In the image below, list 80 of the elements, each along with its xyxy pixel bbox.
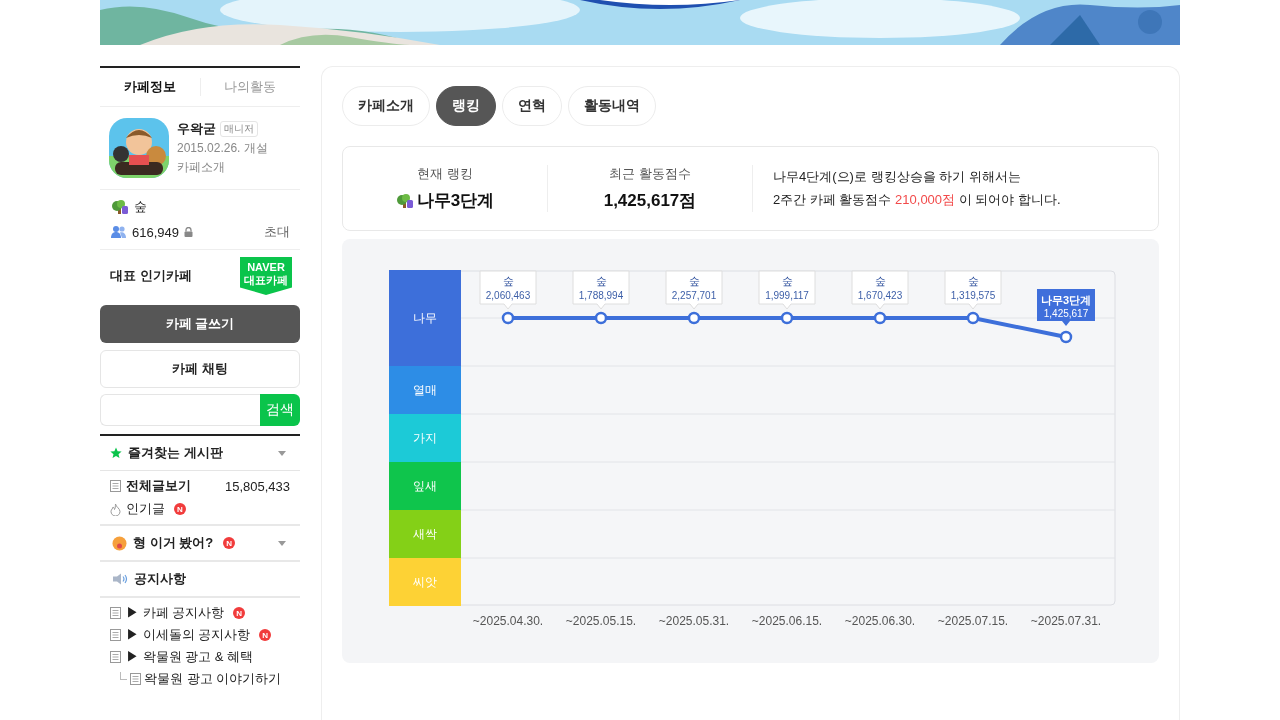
flame-icon <box>110 502 121 516</box>
board-link[interactable]: 왁물원 광고 이야기하기 <box>144 670 282 688</box>
level-label: 가지 <box>413 431 437 445</box>
rank-label: 숲 <box>688 275 700 287</box>
caret-icon <box>278 450 286 456</box>
lock-icon <box>184 227 193 237</box>
rank-up-note: 2주간 카페 활동점수 210,000점 이 되어야 합니다. <box>773 191 1061 209</box>
date-label: ~2025.04.30. <box>472 614 544 628</box>
tree-icon <box>111 199 129 215</box>
search-field[interactable] <box>100 394 260 426</box>
score-label: 1,999,117 <box>765 290 809 301</box>
date-label: ~2025.07.31. <box>1030 614 1102 628</box>
level-label: 씨앗 <box>413 575 437 589</box>
current-rank: 나무3단계 <box>416 190 495 212</box>
emoji-icon <box>112 535 127 551</box>
favorites-title[interactable]: 즐겨찾는 게시판 <box>128 444 223 462</box>
rank-up-note: 나무4단계(으)로 랭킹상승을 하기 위해서는 <box>773 168 1022 186</box>
menu-group-title[interactable]: 형 이거 봤어? <box>133 534 214 552</box>
new-badge: N <box>223 537 236 549</box>
rank-label: 숲 <box>595 275 607 287</box>
level-label: 잎새 <box>413 479 437 493</box>
date-label: ~2025.06.30. <box>844 614 916 628</box>
cafe-rank: 숲 <box>134 198 147 216</box>
featured-label: 대표 인기카페 <box>110 267 192 285</box>
new-badge: N <box>259 629 272 641</box>
write-button[interactable]: 카페 글쓰기 <box>100 305 300 343</box>
rank-label: 나무3단계 <box>1040 294 1092 306</box>
tab[interactable]: 연혁 <box>502 86 562 126</box>
post-count: 15,805,433 <box>224 478 290 494</box>
cafe-intro-link[interactable]: 카페소개 <box>177 159 268 176</box>
board-link[interactable]: 전체글보기 <box>126 477 191 495</box>
star-icon <box>110 447 122 459</box>
caret-icon <box>278 540 286 546</box>
board-link[interactable]: ▶ 카페 공지사항 <box>126 604 225 622</box>
invite-link[interactable]: 초대 <box>264 223 290 241</box>
score-label: 최근 활동점수 <box>609 165 691 183</box>
level-label: 새싹 <box>413 527 437 541</box>
document-icon <box>130 673 141 685</box>
current-rank-label: 현재 랭킹 <box>417 165 473 183</box>
date-label: ~2025.05.31. <box>658 614 730 628</box>
board-link[interactable]: ▶ 왁물원 광고 & 혜택 <box>126 648 254 666</box>
manager-name: 우왁굳 <box>177 120 216 138</box>
activity-score: 1,425,617점 <box>603 190 697 212</box>
score-label: 1,788,994 <box>578 290 624 301</box>
callout-box <box>1037 289 1095 326</box>
score-label: 2,257,701 <box>671 290 717 301</box>
role-badge: 매니저 <box>220 121 258 137</box>
board-link[interactable]: 인기글 <box>126 500 165 518</box>
score-label: 1,319,575 <box>950 290 996 301</box>
tree-icon <box>395 192 414 209</box>
tab[interactable]: 활동내역 <box>568 86 656 126</box>
naver-badge: NAVER 대표카페 <box>240 257 292 295</box>
member-count: 616,949 <box>132 224 179 240</box>
sidebar-tab[interactable]: 카페정보 <box>100 78 200 96</box>
founded-date: 2015.02.26. 개설 <box>177 140 268 157</box>
speaker-icon <box>112 573 128 585</box>
date-label: ~2025.05.15. <box>565 614 637 628</box>
rank-label: 숲 <box>781 275 793 287</box>
people-icon <box>111 225 127 239</box>
rank-label: 숲 <box>874 275 886 287</box>
new-badge: N <box>174 503 186 515</box>
level-label: 열매 <box>413 383 437 397</box>
document-icon <box>110 480 121 492</box>
tab[interactable]: 랭킹 <box>436 86 496 126</box>
date-label: ~2025.06.15. <box>751 614 823 628</box>
section-title: 공지사항 <box>134 570 186 588</box>
rank-label: 숲 <box>502 275 514 287</box>
score-label: 2,060,463 <box>485 290 531 301</box>
score-label: 1,425,617 <box>1043 308 1089 319</box>
score-label: 1,670,423 <box>857 290 903 301</box>
new-badge: N <box>233 607 246 619</box>
board-link[interactable]: ▶ 이세돌의 공지사항 <box>126 626 251 644</box>
document-icon <box>110 629 121 641</box>
rank-label: 숲 <box>967 275 979 287</box>
level-label: 나무 <box>413 311 437 325</box>
tab[interactable]: 카페소개 <box>342 86 430 126</box>
chat-button[interactable]: 카페 채팅 <box>100 350 300 388</box>
document-icon <box>110 607 121 619</box>
date-label: ~2025.07.15. <box>937 614 1009 628</box>
document-icon <box>110 651 121 663</box>
